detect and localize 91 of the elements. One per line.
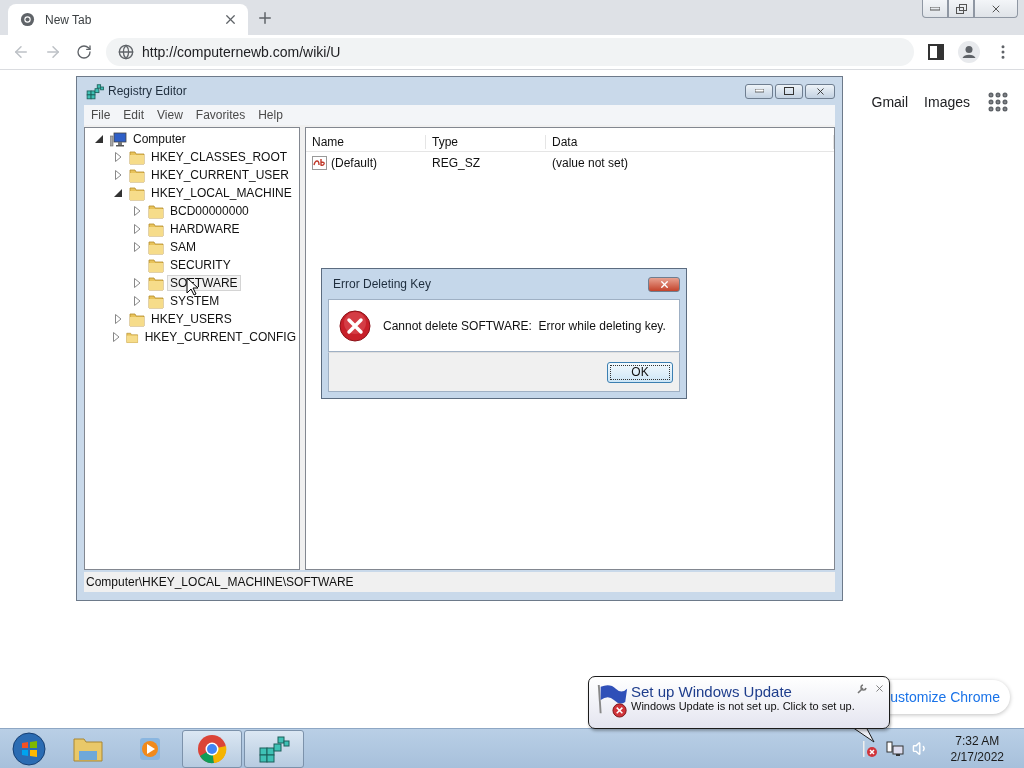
- balloon-title: Set up Windows Update: [631, 683, 793, 700]
- clock-date: 2/17/2022: [950, 748, 1004, 765]
- folder-icon: [148, 239, 164, 255]
- taskbar-app[interactable]: [244, 729, 304, 768]
- chrome-icon: [197, 733, 227, 764]
- maximize-button[interactable]: [775, 83, 803, 99]
- ok-button[interactable]: OK: [607, 361, 673, 383]
- table-cell-text: REG_SZ: [431, 156, 481, 170]
- tree-item[interactable]: SYSTEM: [167, 293, 223, 309]
- tree-item[interactable]: HKEY_CLASSES_ROOT: [148, 149, 291, 165]
- string-value-icon: [312, 155, 328, 171]
- maximize-icon: [784, 87, 794, 95]
- column-header[interactable]: Name: [306, 134, 426, 149]
- side-panel-icon[interactable]: [928, 44, 944, 60]
- close-icon[interactable]: [223, 12, 238, 27]
- expand-icon[interactable]: [131, 277, 143, 289]
- folder-icon: [148, 257, 164, 273]
- wrench-icon[interactable]: [856, 683, 868, 694]
- tree-item[interactable]: HARDWARE: [167, 221, 243, 237]
- reload-icon[interactable]: [76, 44, 92, 60]
- menu-item[interactable]: View: [157, 108, 183, 122]
- page-link[interactable]: Gmail: [871, 94, 909, 110]
- menu-item[interactable]: Help: [258, 108, 283, 122]
- flag-icon: [595, 683, 629, 719]
- close-icon[interactable]: [873, 683, 885, 694]
- table-cell: (Default): [331, 156, 377, 170]
- expand-icon[interactable]: [131, 205, 143, 217]
- network-icon[interactable]: [885, 740, 904, 757]
- address-bar[interactable]: http://computernewb.com/wiki/U: [106, 38, 914, 66]
- flag-icon[interactable]: [861, 739, 878, 758]
- collapse-icon[interactable]: [93, 133, 105, 145]
- expand-icon[interactable]: [112, 169, 124, 181]
- status-bar: Computer\HKEY_LOCAL_MACHINE\SOFTWARE: [84, 572, 835, 592]
- tree-item[interactable]: Computer: [130, 131, 189, 147]
- tree-item[interactable]: HKEY_CURRENT_USER: [148, 167, 293, 183]
- chrome-icon: [20, 12, 35, 27]
- dialog-title: Error Deleting Key: [333, 277, 432, 291]
- folder-icon: [148, 293, 164, 309]
- folder-icon: [73, 735, 103, 762]
- folder-icon: [148, 221, 164, 237]
- restore-button[interactable]: [948, 0, 974, 18]
- window-title: Registry Editor: [108, 84, 188, 98]
- close-icon: [658, 278, 670, 290]
- collapse-icon[interactable]: [112, 187, 124, 199]
- folder-icon: [129, 167, 145, 183]
- minimize-icon: [754, 89, 764, 93]
- expand-icon[interactable]: [131, 295, 143, 307]
- globe-icon: [118, 44, 134, 60]
- close-button[interactable]: [648, 276, 680, 292]
- folder-icon: [148, 275, 164, 291]
- expand-icon[interactable]: [131, 223, 143, 235]
- restore-icon: [955, 3, 967, 14]
- taskbar-app[interactable]: [182, 729, 242, 768]
- close-icon: [814, 85, 826, 97]
- page-link[interactable]: Images: [924, 94, 970, 110]
- tree-item[interactable]: HKEY_CURRENT_CONFIG: [141, 329, 299, 345]
- error-icon: [339, 309, 371, 342]
- minimize-button[interactable]: [745, 83, 773, 99]
- expand-icon[interactable]: [112, 331, 122, 343]
- expand-icon[interactable]: [131, 241, 143, 253]
- tree-item[interactable]: HKEY_LOCAL_MACHINE: [148, 185, 295, 201]
- notification-toast[interactable]: Set up Windows Update Windows Update is not set up. Click to set up.: [588, 676, 890, 729]
- table-cell-text: (value not set): [551, 156, 630, 170]
- folder-icon: [129, 311, 145, 327]
- error-message: Cannot delete SOFTWARE: Error while deleting key.: [383, 318, 666, 333]
- folder-icon: [129, 185, 145, 201]
- tree-item[interactable]: SECURITY: [167, 257, 234, 273]
- column-header[interactable]: Type: [426, 134, 546, 149]
- folder-icon: [129, 149, 145, 165]
- registry-icon: [258, 733, 290, 764]
- menu-item[interactable]: Favorites: [195, 108, 246, 122]
- profile-icon[interactable]: [958, 41, 980, 63]
- computer-icon: [110, 131, 127, 147]
- folder-icon: [148, 203, 164, 219]
- balloon-message: Windows Update is not set up. Click to set up.: [631, 700, 855, 712]
- close-button[interactable]: [805, 83, 835, 99]
- registry-icon: [86, 82, 104, 100]
- browser-tab[interactable]: New Tab: [8, 4, 248, 35]
- menu-item[interactable]: File: [91, 108, 111, 122]
- tree-item[interactable]: HKEY_USERS: [148, 311, 235, 327]
- tab-title: New Tab: [45, 12, 93, 27]
- apps-icon[interactable]: [986, 90, 1010, 114]
- minimize-icon: [930, 6, 940, 11]
- tree-item[interactable]: BCD00000000: [167, 203, 252, 219]
- column-header[interactable]: Data: [546, 134, 834, 149]
- tree-item[interactable]: SAM: [167, 239, 199, 255]
- clock-time: 7:32 AM: [955, 732, 1000, 749]
- expand-icon[interactable]: [112, 151, 124, 163]
- media-player-icon: [137, 735, 163, 762]
- menu-item[interactable]: Edit: [123, 108, 145, 122]
- expand-icon[interactable]: [112, 313, 124, 325]
